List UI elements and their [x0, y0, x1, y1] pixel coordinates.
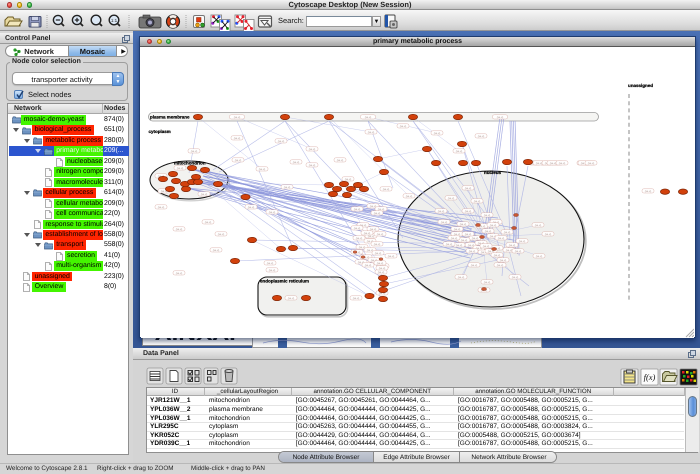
svg-text:(xx-x): (xx-x) — [497, 264, 504, 267]
svg-text:(xx-x): (xx-x) — [465, 233, 472, 236]
svg-text:(xx-x): (xx-x) — [267, 262, 274, 265]
svg-text:(xx-x): (xx-x) — [536, 255, 543, 258]
svg-text:(xx-x): (xx-x) — [504, 231, 511, 234]
svg-text:(xx-x): (xx-x) — [465, 187, 472, 190]
svg-text:(xx-x): (xx-x) — [400, 125, 407, 128]
svg-text:(xx-x): (xx-x) — [309, 164, 316, 167]
svg-text:mitochondrion: mitochondrion — [174, 161, 206, 166]
svg-text:(xx-x): (xx-x) — [345, 178, 352, 181]
svg-text:(xx-x): (xx-x) — [388, 255, 395, 258]
svg-text:(xx-x): (xx-x) — [368, 131, 375, 134]
svg-text:(xx-x): (xx-x) — [356, 237, 363, 240]
svg-text:(xx-x): (xx-x) — [484, 281, 491, 284]
svg-text:(xx-x): (xx-x) — [458, 276, 465, 279]
svg-text:(xx-x): (xx-x) — [498, 237, 505, 240]
svg-text:(xx-x): (xx-x) — [512, 276, 519, 279]
svg-text:(xx-x): (xx-x) — [191, 150, 198, 153]
svg-text:(xx-x): (xx-x) — [483, 245, 490, 248]
svg-text:(xx-x): (xx-x) — [354, 227, 361, 230]
svg-text:(xx-x): (xx-x) — [379, 267, 386, 270]
svg-text:(xx-x): (xx-x) — [269, 211, 276, 214]
svg-text:(xx-x): (xx-x) — [218, 233, 225, 236]
svg-text:(xx-x): (xx-x) — [559, 162, 566, 165]
svg-text:(xx-x): (xx-x) — [364, 232, 371, 235]
svg-text:(xx-x): (xx-x) — [284, 186, 291, 189]
svg-text:(xx-x): (xx-x) — [176, 272, 183, 275]
svg-text:(xx-x): (xx-x) — [465, 210, 472, 213]
svg-text:(xx-x): (xx-x) — [377, 262, 384, 265]
svg-text:(xx-x): (xx-x) — [461, 239, 468, 242]
svg-text:(xx-x): (xx-x) — [375, 252, 382, 255]
svg-text:(xx-x): (xx-x) — [478, 135, 485, 138]
svg-text:(xx-x): (xx-x) — [509, 244, 516, 247]
svg-text:(xx-x): (xx-x) — [234, 116, 241, 119]
svg-text:(xx-x): (xx-x) — [471, 264, 478, 267]
svg-text:(xx-x): (xx-x) — [441, 221, 448, 224]
svg-text:(xx-x): (xx-x) — [288, 297, 295, 300]
svg-text:(xx-x): (xx-x) — [365, 264, 372, 267]
svg-text:(xx-x): (xx-x) — [500, 259, 507, 262]
svg-text:(xx-x): (xx-x) — [535, 224, 542, 227]
svg-text:(xx-x): (xx-x) — [434, 132, 441, 135]
svg-text:f(x): f(x) — [644, 372, 656, 382]
svg-text:(xx-x): (xx-x) — [383, 188, 390, 191]
svg-text:(xx-x): (xx-x) — [460, 223, 467, 226]
svg-text:(xx-x): (xx-x) — [293, 161, 300, 164]
svg-text:(xx-x): (xx-x) — [309, 148, 316, 151]
svg-text:(xx-x): (xx-x) — [545, 233, 552, 236]
svg-text:(xx-x): (xx-x) — [354, 208, 361, 211]
svg-text:(xx-x): (xx-x) — [377, 233, 384, 236]
svg-text:(xx-x): (xx-x) — [235, 159, 242, 162]
svg-text:(xx-x): (xx-x) — [158, 206, 165, 209]
svg-text:(xx-x): (xx-x) — [472, 237, 479, 240]
svg-text:endoplasmic reticulum: endoplasmic reticulum — [260, 279, 309, 284]
svg-text:(xx-x): (xx-x) — [484, 214, 491, 217]
svg-text:(xx-x): (xx-x) — [406, 195, 413, 198]
svg-text:(xx-x): (xx-x) — [451, 237, 458, 240]
svg-text:(xx-x): (xx-x) — [448, 197, 455, 200]
svg-text:nucleus: nucleus — [484, 170, 502, 175]
svg-text:(xx-x): (xx-x) — [177, 167, 184, 170]
svg-text:(xx-x): (xx-x) — [213, 249, 220, 252]
svg-text:cytoplasm: cytoplasm — [149, 129, 171, 134]
svg-text:(xx-x): (xx-x) — [454, 228, 461, 231]
svg-text:(xx-x): (xx-x) — [456, 244, 463, 247]
svg-text:(xx-x): (xx-x) — [494, 254, 501, 257]
svg-text:(xx-x): (xx-x) — [550, 162, 557, 165]
svg-text:(xx-x): (xx-x) — [438, 210, 445, 213]
svg-text:(xx-x): (xx-x) — [205, 221, 212, 224]
svg-text:(xx-x): (xx-x) — [446, 243, 453, 246]
svg-text:(xx-x): (xx-x) — [497, 116, 504, 119]
svg-text:(xx-x): (xx-x) — [485, 230, 492, 233]
svg-text:(xx-x): (xx-x) — [365, 116, 372, 119]
svg-text:(xx-x): (xx-x) — [374, 212, 381, 215]
svg-text:(xx-x): (xx-x) — [506, 249, 513, 252]
svg-text:plasma membrane: plasma membrane — [150, 115, 190, 120]
svg-text:(xx-x): (xx-x) — [519, 240, 526, 243]
svg-text:(xx-x): (xx-x) — [469, 250, 476, 253]
svg-text:(xx-x): (xx-x) — [269, 269, 276, 272]
svg-text:(xx-x): (xx-x) — [490, 224, 497, 227]
svg-text:(xx-x): (xx-x) — [645, 190, 652, 193]
svg-text:(xx-x): (xx-x) — [176, 228, 183, 231]
svg-text:(xx-x): (xx-x) — [378, 271, 385, 274]
svg-text:(xx-x): (xx-x) — [278, 140, 285, 143]
svg-text:(xx-x): (xx-x) — [588, 162, 595, 165]
svg-text:(xx-x): (xx-x) — [536, 162, 543, 165]
svg-text:(xx-x): (xx-x) — [234, 137, 241, 140]
svg-text:(xx-x): (xx-x) — [374, 243, 381, 246]
svg-text:unassigned: unassigned — [628, 83, 653, 88]
svg-text:(xx-x): (xx-x) — [248, 206, 255, 209]
svg-text:(xx-x): (xx-x) — [456, 150, 463, 153]
svg-text:(xx-x): (xx-x) — [474, 200, 481, 203]
svg-text:(xx-x): (xx-x) — [368, 235, 375, 238]
svg-text:(xx-x): (xx-x) — [515, 250, 522, 253]
svg-text:(xx-x): (xx-x) — [201, 193, 208, 196]
svg-text:(xx-x): (xx-x) — [259, 168, 266, 171]
svg-text:(xx-x): (xx-x) — [337, 159, 344, 162]
svg-text:1:1: 1:1 — [111, 18, 118, 23]
svg-text:(xx-x): (xx-x) — [353, 297, 360, 300]
